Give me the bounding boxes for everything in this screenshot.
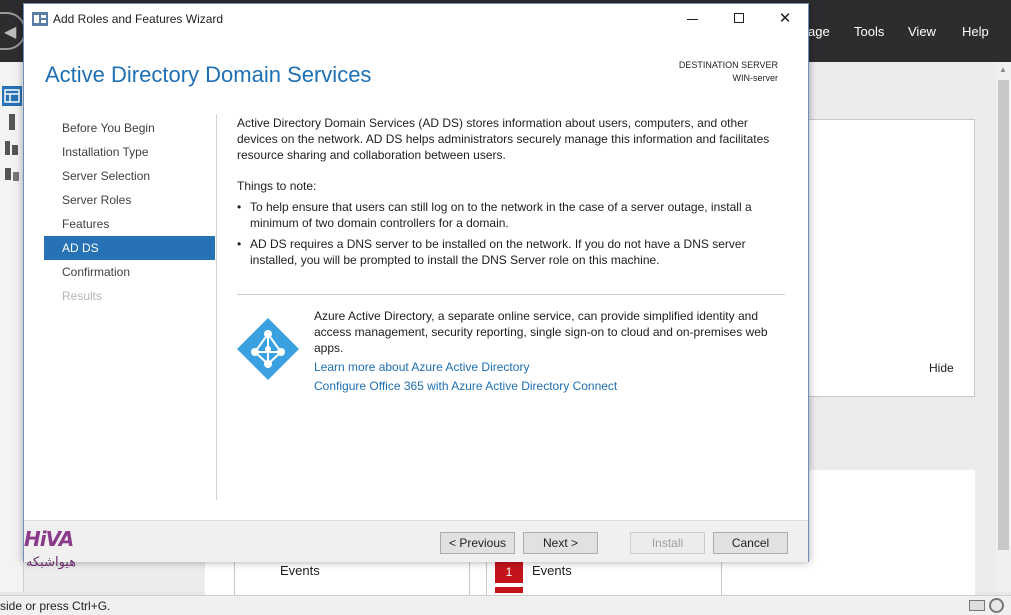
- add-roles-wizard: Add Roles and Features Wizard ✕ Active D…: [23, 3, 809, 562]
- menu-manage[interactable]: age: [808, 24, 830, 39]
- step-results: Results: [62, 289, 103, 303]
- azure-section: Azure Active Directory, a separate onlin…: [314, 308, 784, 394]
- content-area: Active Directory Domain Services (AD DS)…: [237, 115, 787, 273]
- status-text: side or press Ctrl+G.: [0, 599, 111, 613]
- next-button[interactable]: Next >: [523, 532, 598, 554]
- badge-bar: [495, 587, 523, 593]
- title-bar[interactable]: Add Roles and Features Wizard ✕: [24, 4, 808, 34]
- globe-icon: [989, 598, 1004, 613]
- server-manager-icon: [32, 12, 48, 26]
- scroll-up-icon[interactable]: ▲: [999, 65, 1007, 74]
- note-item: To help ensure that users can still log …: [237, 199, 787, 231]
- tile-1: [234, 560, 470, 595]
- server-manager-nav: [0, 62, 24, 592]
- azure-ad-icon: [237, 318, 299, 380]
- destination-server-name: WIN-server: [732, 73, 779, 83]
- events-count-badge: 1: [495, 561, 523, 583]
- maximize-button[interactable]: [716, 4, 762, 34]
- nav-divider: [216, 114, 217, 500]
- azure-description: Azure Active Directory, a separate onlin…: [314, 309, 768, 355]
- file-storage-icon[interactable]: [2, 164, 22, 184]
- configure-office365-link[interactable]: Configure Office 365 with Azure Active D…: [314, 378, 784, 394]
- step-ad-ds[interactable]: AD DS: [44, 236, 215, 260]
- events-label[interactable]: Events: [280, 563, 320, 578]
- cancel-button[interactable]: Cancel: [713, 532, 788, 554]
- dashboard-icon[interactable]: [2, 86, 22, 106]
- minimize-button[interactable]: [670, 4, 716, 34]
- menu-tools[interactable]: Tools: [854, 24, 884, 39]
- learn-azure-link[interactable]: Learn more about Azure Active Directory: [314, 359, 784, 375]
- notes-list: To help ensure that users can still log …: [237, 199, 787, 268]
- page-title: Active Directory Domain Services: [45, 62, 372, 87]
- step-confirmation[interactable]: Confirmation: [44, 260, 215, 284]
- step-server-selection[interactable]: Server Selection: [44, 164, 215, 188]
- step-server-roles[interactable]: Server Roles: [44, 188, 215, 212]
- status-bar: side or press Ctrl+G.: [0, 595, 1011, 615]
- watermark-brand-persian: هیواشبکه: [26, 555, 77, 570]
- hide-link[interactable]: Hide: [929, 361, 954, 375]
- button-bar: < Previous Next > Install Cancel: [24, 520, 808, 562]
- wizard-steps: Before You Begin Installation Type Serve…: [44, 116, 215, 308]
- watermark-logo: HiVA هیواشبکه: [24, 527, 106, 579]
- install-button: Install: [630, 532, 705, 554]
- watermark-brand: HiVA: [24, 527, 74, 551]
- all-servers-icon[interactable]: [2, 138, 22, 158]
- close-icon: ✕: [778, 10, 792, 27]
- close-button[interactable]: ✕: [762, 4, 808, 34]
- maximize-icon: [734, 13, 744, 23]
- window-title: Add Roles and Features Wizard: [53, 12, 224, 26]
- step-installation-type[interactable]: Installation Type: [44, 140, 215, 164]
- events-label[interactable]: Events: [532, 563, 572, 578]
- menu-help[interactable]: Help: [962, 24, 989, 39]
- previous-button[interactable]: < Previous: [440, 532, 515, 554]
- vertical-scrollbar[interactable]: ▲: [996, 62, 1011, 592]
- section-divider: [237, 294, 785, 295]
- destination-server-label: DESTINATION SERVER: [678, 60, 778, 70]
- note-item: AD DS requires a DNS server to be instal…: [237, 236, 787, 268]
- minimize-icon: [687, 19, 698, 20]
- local-server-icon[interactable]: [2, 112, 22, 132]
- menu-view[interactable]: View: [908, 24, 936, 39]
- step-features[interactable]: Features: [44, 212, 215, 236]
- scroll-thumb[interactable]: [998, 80, 1009, 550]
- keyboard-icon: [969, 600, 985, 611]
- notes-heading: Things to note:: [237, 179, 317, 193]
- intro-text: Active Directory Domain Services (AD DS)…: [237, 116, 770, 162]
- welcome-panel: [808, 119, 975, 397]
- step-before-you-begin[interactable]: Before You Begin: [44, 116, 215, 140]
